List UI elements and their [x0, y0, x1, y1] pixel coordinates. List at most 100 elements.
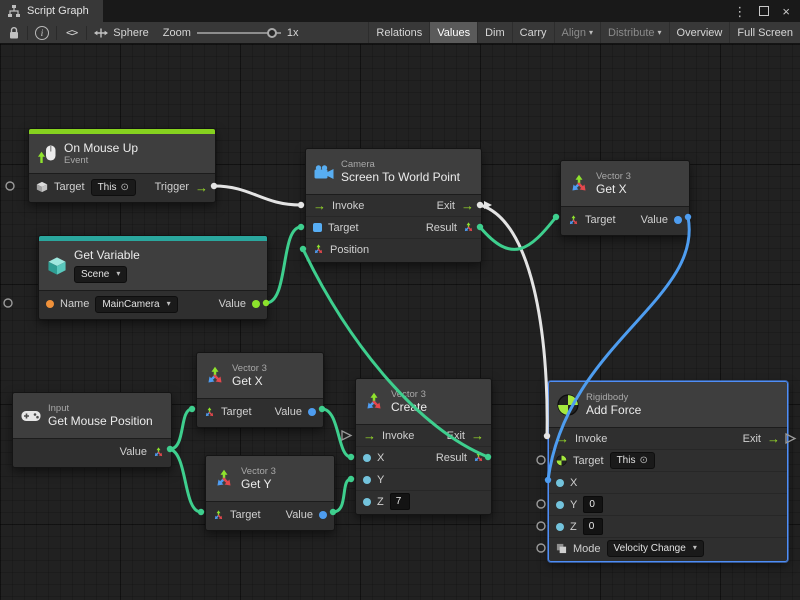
target-value-chip[interactable]: This ⊙	[610, 452, 655, 469]
code-view-icon[interactable]: <>	[66, 26, 77, 39]
relations-button[interactable]: Relations	[368, 22, 429, 43]
flow-arrow-icon[interactable]: →	[767, 432, 780, 445]
flow-arrow-icon[interactable]: →	[556, 432, 569, 445]
values-button[interactable]: Values	[429, 22, 477, 43]
unconnected-port-circle	[537, 544, 545, 552]
vector3-icon[interactable]	[568, 215, 579, 226]
float-port-dot[interactable]	[556, 523, 564, 531]
unconnected-flow-triangle	[342, 431, 351, 440]
chevron-down-icon: ▾	[589, 28, 593, 37]
distribute-button[interactable]: Distribute▾	[600, 22, 668, 43]
invoke-port-label: Invoke	[382, 430, 414, 442]
node-title: Screen To World Point	[341, 170, 460, 184]
kebab-menu-icon[interactable]: ⋮	[733, 5, 746, 18]
toolbar-separator	[86, 26, 87, 40]
vector3-icon[interactable]	[473, 452, 484, 463]
node-screen-to-world-point[interactable]: Camera Screen To World Point → Invoke Ex…	[305, 148, 482, 263]
port-row-x-result: X Result	[356, 446, 491, 468]
z-port-label: Z	[377, 496, 384, 508]
node-vector3-create[interactable]: Vector 3 Create → Invoke Exit → X Result	[355, 378, 492, 515]
mode-dropdown[interactable]: Velocity Change ▾	[607, 540, 704, 557]
script-graph-icon	[7, 4, 21, 18]
maximize-icon[interactable]	[759, 5, 769, 18]
gameobject-icon	[36, 181, 48, 193]
node-vector3-get-x-mid[interactable]: Vector 3 Get X Target Value	[196, 352, 324, 428]
target-value-chip[interactable]: This ⊙	[91, 179, 136, 196]
z-port-label: Z	[570, 521, 577, 533]
carry-button[interactable]: Carry	[512, 22, 554, 43]
node-add-force[interactable]: Rigidbody Add Force → Invoke Exit → Targ…	[548, 381, 788, 562]
vector3-icon[interactable]	[153, 447, 164, 458]
node-vector3-get-y[interactable]: Vector 3 Get Y Target Value	[205, 455, 335, 531]
camera-icon	[314, 165, 334, 179]
node-get-mouse-position[interactable]: Input Get Mouse Position Value	[12, 392, 172, 468]
float-port-dot[interactable]	[363, 454, 371, 462]
flow-arrow-icon[interactable]: →	[461, 199, 474, 212]
float-port-dot[interactable]	[363, 498, 371, 506]
align-label: Align	[562, 27, 586, 39]
camera-type-icon[interactable]	[313, 223, 322, 232]
gamepad-icon	[21, 410, 41, 422]
dim-button[interactable]: Dim	[477, 22, 512, 43]
wire-trigger-to-invoke[interactable]	[214, 186, 301, 205]
flow-arrow-icon[interactable]: →	[471, 429, 484, 442]
wire-getx-to-create-x[interactable]	[322, 409, 351, 457]
node-title: Get X	[232, 374, 267, 388]
close-icon[interactable]: ×	[782, 5, 790, 18]
position-port-label: Position	[330, 244, 369, 256]
node-subtitle: Vector 3	[391, 389, 427, 400]
float-port-dot[interactable]	[363, 476, 371, 484]
variable-scope-dropdown[interactable]: Scene ▾	[74, 266, 127, 283]
zoom-slider[interactable]	[197, 27, 281, 39]
vector3-icon[interactable]	[463, 222, 474, 233]
lock-icon[interactable]	[8, 26, 20, 40]
flow-arrow-icon[interactable]: →	[195, 181, 208, 194]
rigidbody-type-icon[interactable]	[556, 455, 567, 466]
value-port-dot[interactable]	[252, 300, 260, 308]
node-vector3-get-x-top[interactable]: Vector 3 Get X Target Value	[560, 160, 690, 236]
variable-name-dropdown[interactable]: MainCamera ▾	[95, 296, 177, 313]
mode-value: Velocity Change	[614, 542, 686, 555]
port-row-y: Y 0	[549, 493, 787, 515]
invoke-port-label: Invoke	[332, 200, 364, 212]
node-get-variable[interactable]: Get Variable Scene ▾ Name MainCamera ▾	[38, 235, 268, 320]
value-port-dot[interactable]	[319, 511, 327, 519]
fullscreen-button[interactable]: Full Screen	[729, 22, 800, 43]
y-value-field[interactable]: 0	[583, 496, 603, 513]
z-value-field[interactable]: 7	[390, 493, 410, 510]
node-on-mouse-up[interactable]: On Mouse Up Event Target This ⊙ Trigger …	[28, 128, 216, 203]
vector3-icon[interactable]	[204, 407, 215, 418]
value-port-dot[interactable]	[308, 408, 316, 416]
wire-variable-to-target[interactable]	[266, 227, 301, 303]
wire-mouse-to-gety[interactable]	[170, 449, 201, 512]
flow-arrow-icon[interactable]: →	[313, 199, 326, 212]
result-port-label: Result	[436, 452, 467, 464]
window-controls: ⋮ ×	[733, 0, 800, 22]
port-row-target-value: Target Value	[561, 207, 689, 233]
mouse-icon	[37, 144, 57, 164]
node-subtitle: Vector 3	[241, 466, 276, 477]
value-port-dot[interactable]	[674, 216, 682, 224]
z-value-field[interactable]: 0	[583, 518, 603, 535]
vector3-icon[interactable]	[213, 510, 224, 521]
overview-button[interactable]: Overview	[669, 22, 730, 43]
graph-object-icon	[94, 26, 108, 40]
vector3-icon[interactable]	[313, 244, 324, 255]
node-title: Get X	[596, 182, 631, 196]
string-port-dot[interactable]	[46, 300, 54, 308]
zoom-slider-handle[interactable]	[267, 28, 277, 38]
graph-canvas[interactable]: On Mouse Up Event Target This ⊙ Trigger …	[0, 44, 800, 600]
node-header: Camera Screen To World Point	[306, 149, 481, 195]
flow-arrow-icon[interactable]: →	[363, 429, 376, 442]
info-icon[interactable]: i	[35, 26, 49, 40]
align-button[interactable]: Align▾	[554, 22, 600, 43]
float-port-dot[interactable]	[556, 479, 564, 487]
tab-script-graph[interactable]: Script Graph	[0, 0, 103, 22]
wire-result-to-getx[interactable]	[480, 217, 556, 249]
node-header: Vector 3 Get Y	[206, 456, 334, 502]
float-port-dot[interactable]	[556, 501, 564, 509]
wire-mouse-to-getx[interactable]	[170, 409, 192, 449]
vector3-icon	[214, 469, 234, 489]
wire-gety-to-create-y[interactable]	[333, 479, 351, 512]
zoom-value: 1x	[287, 27, 299, 39]
